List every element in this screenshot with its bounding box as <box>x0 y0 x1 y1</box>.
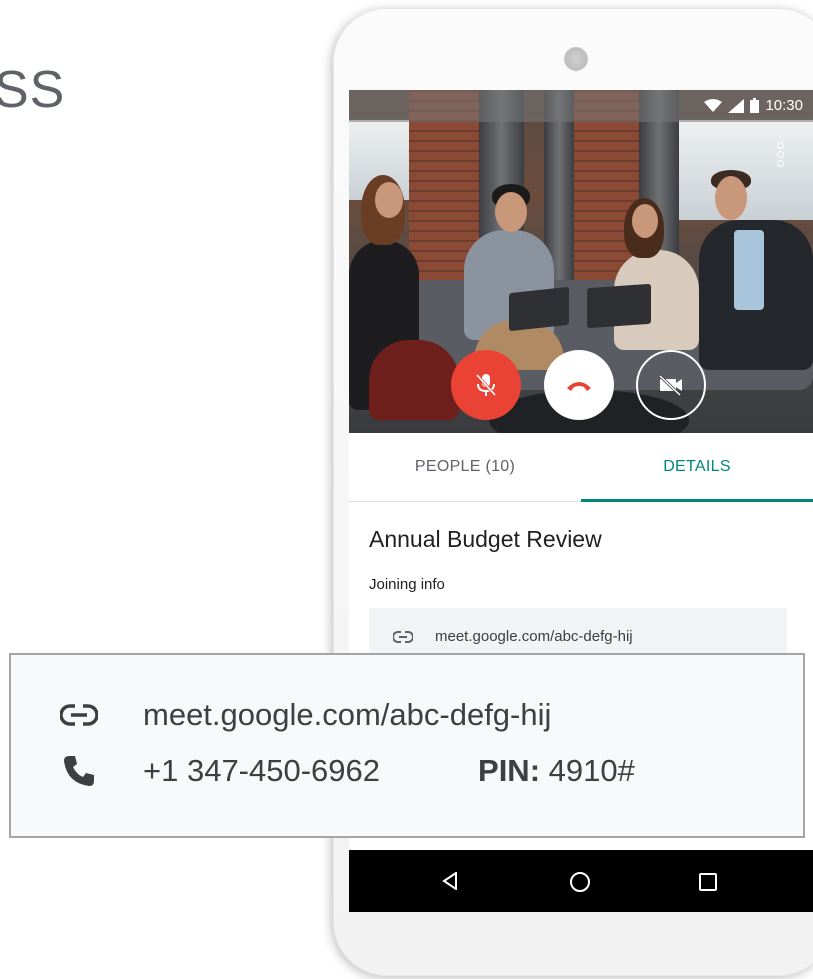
laptop <box>509 286 569 332</box>
video-feed: 10:30 <box>349 90 813 433</box>
callout-meeting-link[interactable]: meet.google.com/abc-defg-hij <box>143 697 551 733</box>
link-icon <box>393 630 413 643</box>
joining-info-label: Joining info <box>369 576 445 593</box>
phone-speaker <box>564 47 588 71</box>
background-heading: SS <box>0 61 66 119</box>
shirt <box>734 230 764 310</box>
recents-icon[interactable] <box>699 873 717 891</box>
person <box>369 340 459 420</box>
status-bar: 10:30 <box>349 90 813 122</box>
home-icon[interactable] <box>570 872 590 892</box>
camera-toggle-button[interactable] <box>636 350 706 420</box>
end-call-button[interactable] <box>544 350 614 420</box>
videocam-off-icon <box>658 374 682 396</box>
more-vert-icon[interactable] <box>777 142 785 169</box>
battery-icon <box>750 98 760 113</box>
tab-people[interactable]: PEOPLE (10) <box>349 433 581 501</box>
signal-icon <box>728 98 745 113</box>
meeting-link-row[interactable]: meet.google.com/abc-defg-hij <box>393 628 633 645</box>
joining-info-callout: meet.google.com/abc-defg-hij +1 347-450-… <box>9 653 805 838</box>
pin-label: PIN: <box>478 753 541 788</box>
wifi-icon <box>704 98 723 112</box>
tab-details[interactable]: DETAILS <box>581 433 813 501</box>
callout-phone-number[interactable]: +1 347-450-6962 <box>143 753 380 789</box>
head <box>375 182 403 218</box>
active-tab-indicator <box>581 499 813 502</box>
callout-phone-row[interactable]: +1 347-450-6962 PIN: 4910# <box>59 753 635 789</box>
head <box>495 192 527 232</box>
callout-link-row[interactable]: meet.google.com/abc-defg-hij <box>59 697 551 733</box>
call-end-icon <box>567 382 591 391</box>
head <box>632 204 658 238</box>
phone-icon <box>59 753 99 789</box>
status-time: 10:30 <box>765 97 803 114</box>
mute-button[interactable] <box>451 350 521 420</box>
tab-bar: PEOPLE (10) DETAILS <box>349 433 813 502</box>
back-icon[interactable] <box>442 872 458 890</box>
meeting-title: Annual Budget Review <box>369 526 602 552</box>
pin-value: 4910# <box>540 753 635 788</box>
head <box>715 176 747 220</box>
link-icon <box>59 704 99 726</box>
laptop <box>587 283 651 329</box>
mic-off-icon <box>475 373 497 397</box>
meeting-link[interactable]: meet.google.com/abc-defg-hij <box>435 628 633 645</box>
nav-bar <box>349 850 813 912</box>
